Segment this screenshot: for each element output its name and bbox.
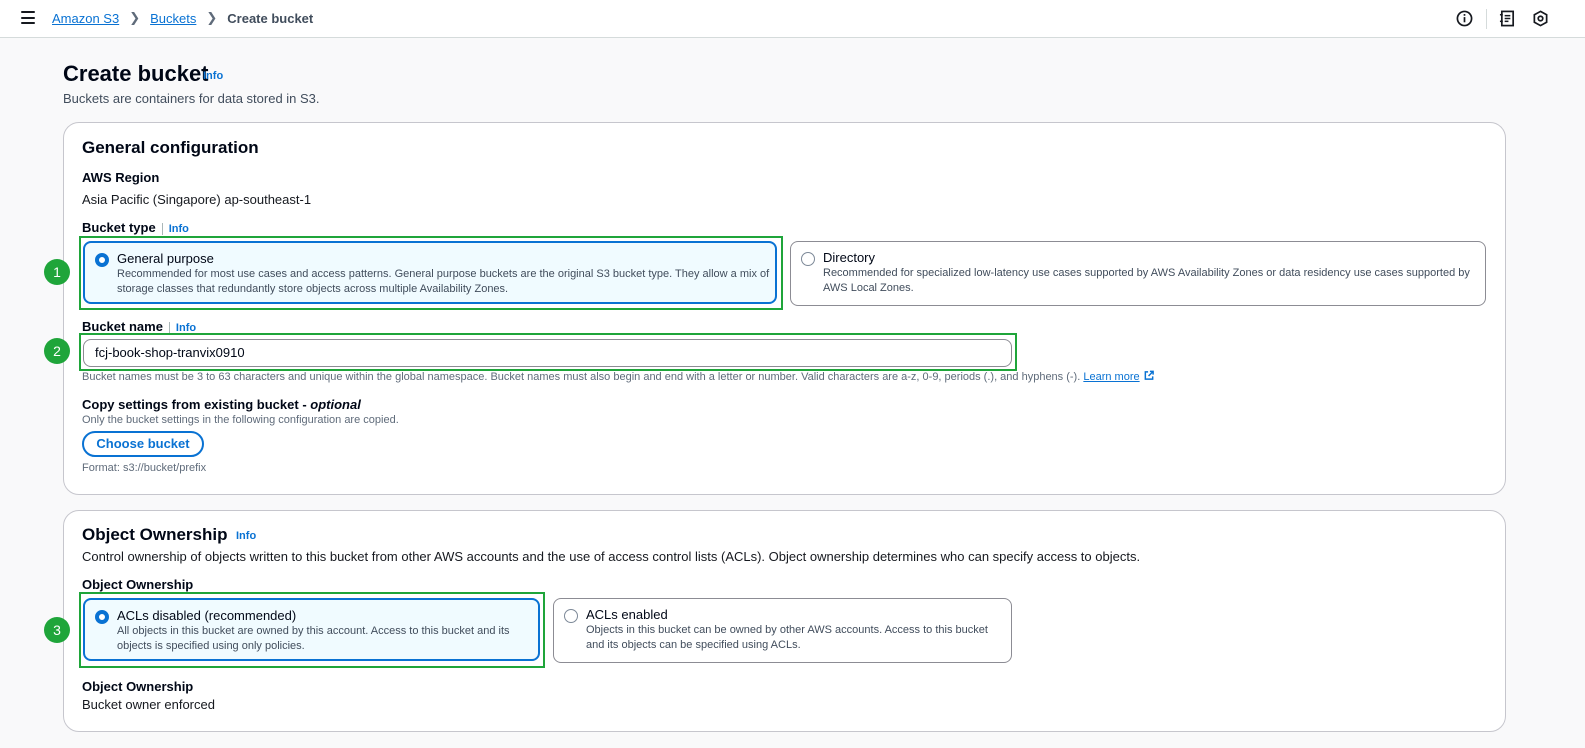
breadcrumb-buckets[interactable]: Buckets — [150, 11, 196, 26]
learn-more-link[interactable]: Learn more — [1083, 371, 1139, 383]
tile-description-line: Recommended for specialized low-latency … — [823, 267, 1470, 279]
bucket-name-hint: Bucket names must be 3 to 63 characters … — [82, 370, 1155, 385]
chevron-right-icon: ❯ — [129, 10, 141, 25]
info-circle-icon[interactable] — [1456, 10, 1473, 27]
chevron-right-icon: ❯ — [206, 10, 218, 25]
format-hint: Format: s3://bucket/prefix — [82, 462, 207, 474]
object-ownership-result-label: Object Ownership — [82, 679, 194, 694]
annotation-badge-2: 2 — [44, 338, 70, 364]
bucket-type-label-text: Bucket type — [82, 220, 156, 235]
radio-unselected-icon[interactable] — [801, 252, 815, 266]
menu-icon[interactable] — [21, 11, 35, 24]
object-ownership-description: Control ownership of objects written to … — [82, 549, 1141, 564]
acls-enabled-option[interactable]: ACLs enabled Objects in this bucket can … — [553, 598, 1012, 663]
tile-description-line: Objects in this bucket can be owned by o… — [586, 624, 988, 636]
external-link-icon[interactable] — [1143, 370, 1155, 381]
annotation-badge-1: 1 — [44, 259, 70, 285]
breadcrumb-current: Create bucket — [227, 10, 314, 26]
tile-title: ACLs enabled — [586, 607, 668, 622]
page-info-link[interactable]: Info — [203, 70, 223, 82]
object-ownership-result-value: Bucket owner enforced — [82, 697, 215, 712]
annotation-badge-3: 3 — [44, 617, 70, 643]
choose-bucket-button[interactable]: Choose bucket — [82, 431, 204, 457]
breadcrumb: Amazon S3 ❯ Buckets ❯ Create bucket — [52, 10, 313, 26]
bucket-type-info-link[interactable]: Info — [161, 223, 189, 235]
divider — [1486, 9, 1487, 29]
copy-settings-hint: Only the bucket settings in the followin… — [82, 414, 399, 426]
object-ownership-title: Object Ownership — [82, 525, 228, 544]
highlight-box — [79, 592, 545, 668]
top-navigation: Amazon S3 ❯ Buckets ❯ Create bucket — [0, 0, 1585, 38]
aws-region-label: AWS Region — [82, 170, 160, 185]
copy-settings-optional: optional — [310, 397, 361, 412]
bucket-type-directory[interactable]: Directory Recommended for specialized lo… — [790, 241, 1486, 306]
notes-panel-icon[interactable] — [1499, 10, 1516, 27]
page-title: Create bucket — [63, 61, 209, 86]
copy-settings-label-text: Copy settings from existing bucket - — [82, 397, 311, 412]
tile-title: Directory — [823, 250, 876, 265]
tile-description-line: AWS Local Zones. — [823, 282, 914, 294]
object-ownership-option-label: Object Ownership — [82, 577, 194, 592]
tile-description-line: and its objects can be specified using A… — [586, 639, 801, 651]
highlight-box — [79, 236, 783, 310]
bucket-type-label: Bucket type Info — [82, 220, 189, 235]
breadcrumb-amazon-s3[interactable]: Amazon S3 — [52, 11, 119, 26]
aws-region-value: Asia Pacific (Singapore) ap-southeast-1 — [82, 192, 312, 207]
page-description: Buckets are containers for data stored i… — [63, 91, 320, 106]
general-configuration-title: General configuration — [82, 138, 259, 157]
object-ownership-info-link[interactable]: Info — [236, 530, 256, 542]
radio-unselected-icon[interactable] — [564, 609, 578, 623]
highlight-box — [79, 333, 1017, 371]
bucket-name-label: Bucket name Info — [82, 319, 196, 334]
settings-hexagon-icon[interactable] — [1532, 10, 1549, 27]
tile-description: Recommended for specialized low-latency … — [823, 266, 1470, 296]
copy-settings-label: Copy settings from existing bucket - opt… — [82, 397, 361, 412]
bucket-name-label-text: Bucket name — [82, 319, 163, 334]
bucket-name-hint-text: Bucket names must be 3 to 63 characters … — [82, 371, 1081, 383]
tile-description: Objects in this bucket can be owned by o… — [586, 623, 988, 653]
